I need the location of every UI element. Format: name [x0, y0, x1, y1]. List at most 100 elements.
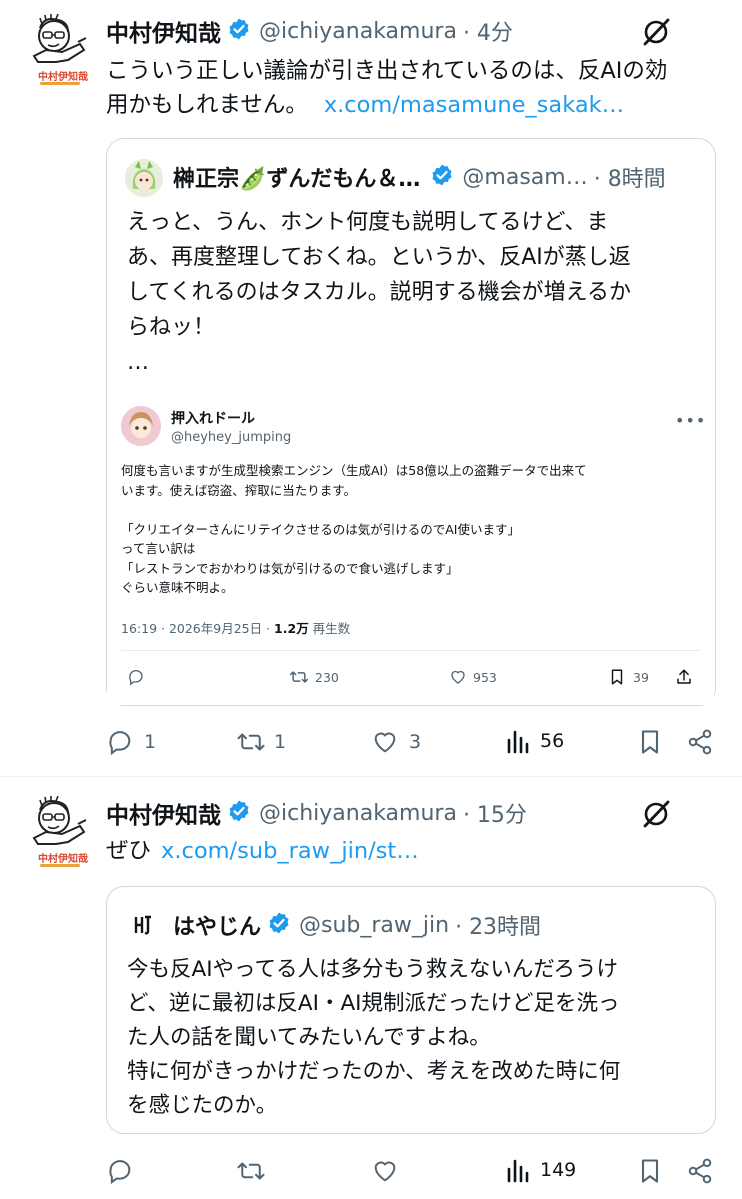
quote-text-line: ど、逆に最初は反AI・AI規制派だったけど足を洗っ [127, 991, 620, 1016]
view-count: 56 [540, 730, 565, 752]
reply-icon [109, 1160, 131, 1185]
quote-text-line: を感じたのか。 [127, 1093, 278, 1118]
reply-count: 1 [144, 731, 157, 753]
embedded-handle: @heyhey_jumping [171, 430, 292, 445]
embedded-author-name: 押入れドール [171, 411, 255, 427]
repost-icon [237, 1162, 265, 1180]
repost-icon [237, 733, 265, 751]
quote-avatar[interactable] [127, 909, 159, 941]
doll-avatar-icon [121, 406, 161, 446]
views-button[interactable]: 56 [506, 728, 564, 754]
embedded-reply-stat [127, 668, 145, 686]
embedded-text-line: 「クリエイターさんにリテイクさせるのは気が引けるのでAI使います」 [121, 521, 520, 537]
quote-text-line: らねッ！ [127, 315, 216, 340]
share-button[interactable] [686, 728, 714, 756]
grok-icon[interactable] [640, 798, 672, 834]
retweet-icon [289, 671, 309, 683]
reply-button[interactable] [106, 1157, 134, 1185]
post-text-2: 用かもしれません。 [106, 92, 308, 118]
quote-text-line: 今も反AIやってる人は多分もう救えないんだろうけ [127, 957, 619, 982]
avatar-caption-underline [40, 864, 80, 867]
post-link[interactable]: x.com/masamune_sakak… [324, 92, 624, 118]
share-button[interactable] [686, 1157, 714, 1185]
quote-author-name[interactable]: はやじん [173, 909, 261, 941]
verified-badge-icon [430, 163, 454, 191]
post-time[interactable]: · 4分 [463, 15, 513, 47]
tweet-divider [0, 776, 742, 777]
quoted-tweet[interactable]: はやじん @sub_raw_jin · 23時間 今も反AIやってる人は多分もう… [106, 886, 716, 1134]
bookmark-button[interactable] [638, 1157, 662, 1185]
quote-text-line: あ、再度整理しておくね。というか、反AIが蒸し返 [127, 245, 631, 270]
reply-button[interactable]: 1 [106, 728, 156, 756]
quote-time[interactable]: · 23時間 [455, 909, 541, 941]
bookmark-icon [611, 669, 623, 685]
embedded-more-icon: ••• [675, 411, 707, 430]
author-name[interactable]: 中村伊知哉 [106, 796, 221, 830]
embedded-share-icon [675, 668, 693, 686]
repost-count: 1 [274, 731, 287, 753]
author-avatar[interactable]: 中村伊知哉 [28, 13, 90, 94]
bookmark-button[interactable] [638, 728, 662, 756]
embedded-like-stat: 953 [449, 668, 497, 686]
embedded-views: 1.2万 [274, 621, 309, 636]
reply-icon [109, 731, 131, 756]
share-icon [688, 729, 712, 755]
author-handle[interactable]: @ichiyanakamura [259, 801, 457, 826]
quote-time[interactable]: · 8時間 [594, 161, 666, 193]
embedded-text-line: 何度も言いますが生成型検索エンジン（生成AI）は58億以上の盗難データで出来て [121, 463, 587, 478]
embedded-bookmark-stat: 39 [609, 668, 649, 686]
embedded-text-line [121, 500, 706, 520]
embedded-divider [121, 650, 701, 651]
post-text: こういう正しい議論が引き出されているのは、反AIの効 [106, 58, 668, 84]
embedded-text-line: って言い訳は [121, 541, 196, 556]
quote-text-line: 特に何がきっかけだったのか、考えを改めた時に何 [127, 1059, 621, 1084]
zundamon-avatar-icon [125, 159, 163, 197]
avatar-caption: 中村伊知哉 [38, 72, 88, 83]
post-link[interactable]: x.com/sub_raw_jin/st… [161, 838, 419, 864]
like-icon [374, 1161, 396, 1182]
quote-author-name[interactable]: 榊正宗🫛ずんだもん＆… [173, 161, 420, 193]
quote-text-line: た人の話を聞いてみたいんですよね。 [127, 1025, 491, 1050]
embedded-avatar [121, 406, 161, 446]
bookmark-icon [641, 730, 659, 754]
quote-text-line: えっと、うん、ホント何度も説明してるけど、ま [127, 210, 609, 235]
post-time[interactable]: · 15分 [463, 797, 527, 829]
like-icon [374, 732, 396, 753]
embedded-timestamp: 16:19 · 2026年9月25日 · [121, 621, 275, 636]
quote-handle[interactable]: @masam… [462, 165, 587, 190]
views-button[interactable]: 149 [506, 1157, 576, 1183]
verified-badge-icon [227, 799, 251, 827]
analytics-icon [507, 1159, 529, 1183]
avatar-caption-underline [40, 82, 80, 85]
quote-avatar[interactable] [125, 159, 163, 197]
embedded-views-label: 再生数 [308, 621, 351, 636]
quote-handle[interactable]: @sub_raw_jin [299, 913, 449, 938]
author-avatar[interactable]: 中村伊知哉 [28, 795, 90, 876]
repost-button[interactable] [236, 1157, 266, 1185]
author-name[interactable]: 中村伊知哉 [106, 14, 221, 48]
verified-badge-icon [227, 17, 251, 45]
embedded-retweet-stat: 230 [289, 668, 339, 686]
quote-text-line: してくれるのはタスカル。説明する機会が増えるか [127, 280, 632, 305]
quote-attached-image[interactable]: 押入れドール @heyhey_jumping ••• 何度も言いますが生成型検索… [107, 389, 714, 705]
hayajin-logo-icon [127, 909, 159, 941]
quoted-tweet[interactable]: 榊正宗🫛ずんだもん＆… @masam… · 8時間 えっと、うん、ホント何度も説… [106, 138, 716, 706]
post-text: ぜひ [106, 838, 152, 864]
like-button[interactable] [371, 1157, 399, 1185]
repost-button[interactable]: 1 [236, 728, 286, 756]
share-icon [688, 1158, 712, 1184]
like-count: 3 [409, 731, 422, 753]
author-handle[interactable]: @ichiyanakamura [259, 19, 457, 44]
embedded-text-line: 「レストランでおかわりは気が引けるので食い逃げします」 [121, 560, 459, 576]
grok-icon[interactable] [640, 16, 672, 52]
embedded-text-line: います。使えば窃盗、搾取に当たります。 [121, 482, 357, 498]
analytics-icon [507, 730, 529, 754]
quote-ellipsis: … [127, 350, 149, 375]
reply-icon [129, 669, 143, 686]
avatar-caption: 中村伊知哉 [38, 854, 88, 865]
view-count: 149 [540, 1159, 577, 1181]
bookmark-icon [641, 1159, 659, 1183]
like-icon [451, 670, 465, 684]
verified-badge-icon [267, 911, 291, 939]
like-button[interactable]: 3 [371, 728, 421, 756]
